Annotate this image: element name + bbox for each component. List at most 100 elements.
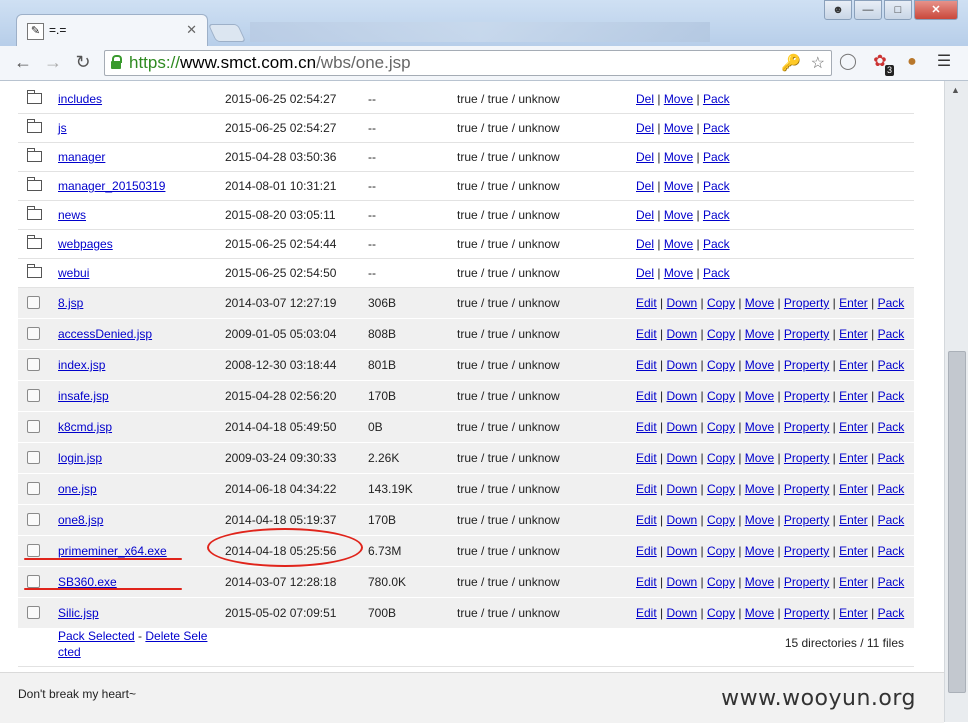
file-link[interactable]: 8.jsp (58, 296, 83, 310)
action-enter-link[interactable]: Enter (839, 327, 868, 341)
back-arrow-icon[interactable]: ← (12, 52, 34, 73)
url-text[interactable]: https://www.smct.com.cn/wbs/one.jsp (129, 53, 411, 73)
select-checkbox[interactable] (27, 358, 40, 371)
action-edit-link[interactable]: Edit (636, 482, 657, 496)
action-del-link[interactable]: Del (636, 179, 654, 193)
select-checkbox[interactable] (27, 482, 40, 495)
action-pack-link[interactable]: Pack (878, 575, 905, 589)
action-move-link[interactable]: Move (664, 266, 693, 280)
action-down-link[interactable]: Down (666, 420, 697, 434)
action-edit-link[interactable]: Edit (636, 544, 657, 558)
select-checkbox[interactable] (27, 420, 40, 433)
action-pack-link[interactable]: Pack (878, 358, 905, 372)
action-del-link[interactable]: Del (636, 266, 654, 280)
action-del-link[interactable]: Del (636, 92, 654, 106)
action-copy-link[interactable]: Copy (707, 420, 735, 434)
forward-arrow-icon[interactable]: → (42, 52, 64, 73)
file-link[interactable]: primeminer_x64.exe (58, 544, 167, 558)
action-enter-link[interactable]: Enter (839, 513, 868, 527)
action-move-link[interactable]: Move (664, 208, 693, 222)
file-link[interactable]: SB360.exe (58, 575, 117, 589)
action-pack-link[interactable]: Pack (878, 451, 905, 465)
action-edit-link[interactable]: Edit (636, 358, 657, 372)
action-edit-link[interactable]: Edit (636, 451, 657, 465)
vertical-scrollbar[interactable]: ▲ (944, 81, 968, 722)
menu-icon[interactable]: ☰ (934, 52, 954, 72)
action-copy-link[interactable]: Copy (707, 544, 735, 558)
action-enter-link[interactable]: Enter (839, 420, 868, 434)
file-link[interactable]: one8.jsp (58, 513, 103, 527)
action-move-link[interactable]: Move (745, 389, 774, 403)
directory-link[interactable]: webpages (58, 237, 113, 251)
action-edit-link[interactable]: Edit (636, 389, 657, 403)
action-property-link[interactable]: Property (784, 451, 829, 465)
user-icon[interactable]: ☻ (824, 0, 852, 20)
action-down-link[interactable]: Down (666, 513, 697, 527)
scroll-up-icon[interactable]: ▲ (951, 85, 960, 95)
directory-link[interactable]: manager (58, 150, 105, 164)
action-edit-link[interactable]: Edit (636, 513, 657, 527)
action-down-link[interactable]: Down (666, 327, 697, 341)
action-move-link[interactable]: Move (745, 420, 774, 434)
action-enter-link[interactable]: Enter (839, 575, 868, 589)
directory-link[interactable]: js (58, 121, 67, 135)
action-copy-link[interactable]: Copy (707, 575, 735, 589)
reload-icon[interactable]: ↻ (72, 52, 94, 73)
action-pack-link[interactable]: Pack (878, 544, 905, 558)
file-link[interactable]: one.jsp (58, 482, 97, 496)
file-link[interactable]: index.jsp (58, 358, 105, 372)
pack-selected-link[interactable]: Pack Selected (58, 629, 135, 643)
maximize-button[interactable]: □ (884, 0, 912, 20)
directory-link[interactable]: includes (58, 92, 102, 106)
directory-link[interactable]: news (58, 208, 86, 222)
action-pack-link[interactable]: Pack (878, 296, 905, 310)
action-pack-link[interactable]: Pack (703, 121, 730, 135)
action-pack-link[interactable]: Pack (703, 92, 730, 106)
action-enter-link[interactable]: Enter (839, 451, 868, 465)
select-checkbox[interactable] (27, 544, 40, 557)
action-copy-link[interactable]: Copy (707, 451, 735, 465)
close-button[interactable]: ✕ (914, 0, 958, 20)
action-pack-link[interactable]: Pack (878, 327, 905, 341)
action-property-link[interactable]: Property (784, 482, 829, 496)
select-checkbox[interactable] (27, 296, 40, 309)
directory-link[interactable]: webui (58, 266, 89, 280)
action-down-link[interactable]: Down (666, 358, 697, 372)
action-del-link[interactable]: Del (636, 208, 654, 222)
browser-tab[interactable]: ✎ =.= ✕ (16, 14, 208, 47)
file-link[interactable]: insafe.jsp (58, 389, 109, 403)
action-down-link[interactable]: Down (666, 451, 697, 465)
action-edit-link[interactable]: Edit (636, 575, 657, 589)
action-enter-link[interactable]: Enter (839, 389, 868, 403)
action-del-link[interactable]: Del (636, 121, 654, 135)
action-enter-link[interactable]: Enter (839, 544, 868, 558)
action-property-link[interactable]: Property (784, 358, 829, 372)
action-down-link[interactable]: Down (666, 389, 697, 403)
action-edit-link[interactable]: Edit (636, 296, 657, 310)
action-pack-link[interactable]: Pack (703, 179, 730, 193)
select-checkbox[interactable] (27, 575, 40, 588)
action-move-link[interactable]: Move (664, 121, 693, 135)
action-copy-link[interactable]: Copy (707, 482, 735, 496)
action-property-link[interactable]: Property (784, 513, 829, 527)
action-pack-link[interactable]: Pack (703, 237, 730, 251)
action-copy-link[interactable]: Copy (707, 358, 735, 372)
action-enter-link[interactable]: Enter (839, 482, 868, 496)
action-move-link[interactable]: Move (745, 451, 774, 465)
action-copy-link[interactable]: Copy (707, 389, 735, 403)
action-pack-link[interactable]: Pack (878, 420, 905, 434)
select-checkbox[interactable] (27, 327, 40, 340)
action-copy-link[interactable]: Copy (707, 327, 735, 341)
action-down-link[interactable]: Down (666, 544, 697, 558)
address-bar[interactable]: https://www.smct.com.cn/wbs/one.jsp 🔑 ☆ (104, 50, 832, 76)
action-move-link[interactable]: Move (745, 575, 774, 589)
file-link[interactable]: login.jsp (58, 451, 102, 465)
action-edit-link[interactable]: Edit (636, 420, 657, 434)
action-pack-link[interactable]: Pack (878, 513, 905, 527)
action-move-link[interactable]: Move (745, 327, 774, 341)
action-pack-link[interactable]: Pack (703, 208, 730, 222)
action-move-link[interactable]: Move (745, 482, 774, 496)
action-move-link[interactable]: Move (745, 296, 774, 310)
tab-close-icon[interactable]: ✕ (186, 22, 197, 38)
cookie-icon[interactable]: ● (902, 52, 922, 72)
